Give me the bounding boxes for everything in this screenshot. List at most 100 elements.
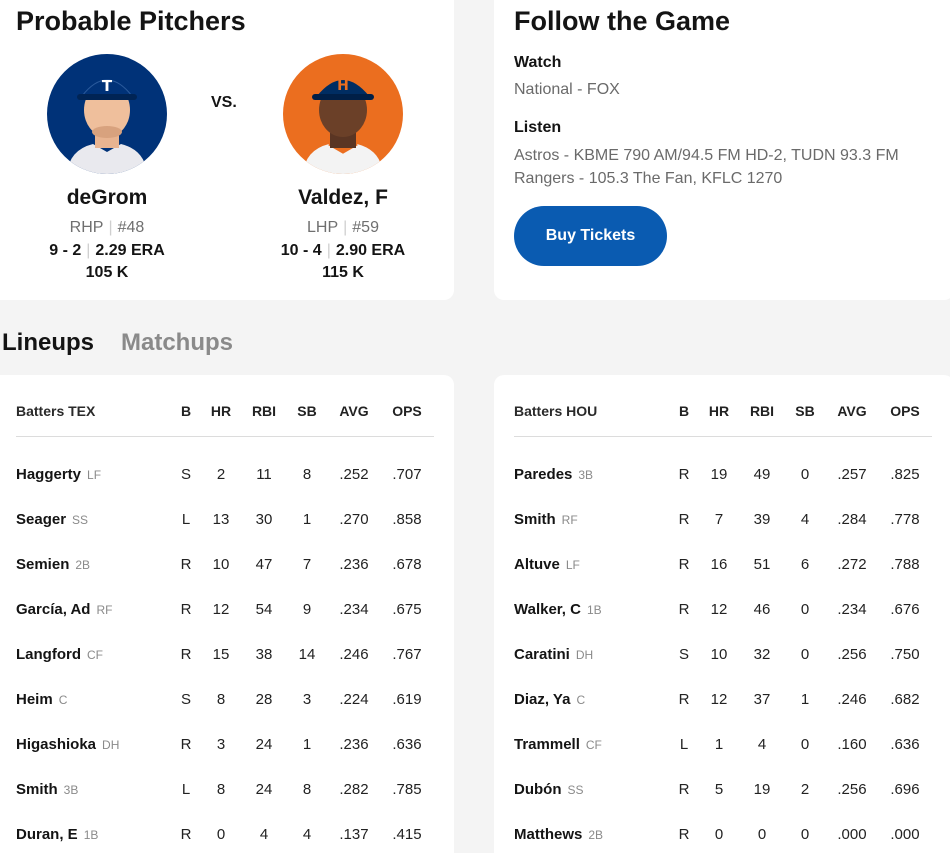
table-row[interactable]: Langford CF R 15 38 14 .246 .767 <box>0 646 454 691</box>
stat-sb: 1 <box>302 736 312 753</box>
stat-sb: 1 <box>302 511 312 528</box>
table-row[interactable]: Dubón SS R 5 19 2 .256 .696 <box>494 781 950 826</box>
stat-hr: 12 <box>710 691 728 708</box>
stat-avg: .257 <box>837 466 867 483</box>
player-name-cell[interactable]: Langford CF <box>16 646 103 663</box>
tab-lineups[interactable]: Lineups <box>2 329 94 357</box>
player-name[interactable]: Smith <box>16 781 58 798</box>
player-name-cell[interactable]: Higashioka DH <box>16 736 119 753</box>
player-name-cell[interactable]: Heim C <box>16 691 67 708</box>
table-row[interactable]: Seager SS L 13 30 1 .270 .858 <box>0 511 454 556</box>
tab-matchups[interactable]: Matchups <box>121 329 233 357</box>
player-name[interactable]: Langford <box>16 646 81 663</box>
table-row[interactable]: Smith 3B L 8 24 8 .282 .785 <box>0 781 454 826</box>
stat-sb: 7 <box>302 556 312 573</box>
valdez-headshot[interactable]: H <box>283 54 403 174</box>
player-name[interactable]: Semien <box>16 556 69 573</box>
player-name-cell[interactable]: Smith RF <box>514 511 578 528</box>
home-pitcher-name[interactable]: Valdez, F <box>243 186 443 210</box>
player-name-cell[interactable]: García, Ad RF <box>16 601 112 618</box>
player-name-cell[interactable]: Dubón SS <box>514 781 584 798</box>
player-name-cell[interactable]: Caratini DH <box>514 646 593 663</box>
player-name-cell[interactable]: Altuve LF <box>514 556 580 573</box>
stat-rbi: 39 <box>753 511 771 528</box>
table-row[interactable]: Higashioka DH R 3 24 1 .236 .636 <box>0 736 454 781</box>
player-name-cell[interactable]: Haggerty LF <box>16 466 101 483</box>
table-row[interactable]: Matthews 2B R 0 0 0 .000 .000 <box>494 826 950 853</box>
stat-b: L <box>181 511 191 528</box>
separator: | <box>343 219 348 236</box>
player-name[interactable]: Matthews <box>514 826 582 843</box>
player-name[interactable]: Altuve <box>514 556 560 573</box>
player-name[interactable]: Trammell <box>514 736 580 753</box>
stat-b: R <box>678 826 690 843</box>
stat-avg: .234 <box>837 601 867 618</box>
player-name[interactable]: Duran, E <box>16 826 78 843</box>
col-ops: OPS <box>890 403 920 419</box>
player-name-cell[interactable]: Walker, C 1B <box>514 601 602 618</box>
col-avg: AVG <box>339 403 369 419</box>
player-name-cell[interactable]: Duran, E 1B <box>16 826 98 843</box>
probable-pitchers-title: Probable Pitchers <box>16 6 246 36</box>
stat-b: R <box>678 466 690 483</box>
table-row[interactable]: Paredes 3B R 19 49 0 .257 .825 <box>494 466 950 511</box>
player-name-cell[interactable]: Smith 3B <box>16 781 78 798</box>
table-row[interactable]: Smith RF R 7 39 4 .284 .778 <box>494 511 950 556</box>
player-name-cell[interactable]: Matthews 2B <box>514 826 603 843</box>
table-row[interactable]: Semien 2B R 10 47 7 .236 .678 <box>0 556 454 601</box>
stat-rbi: 19 <box>753 781 771 798</box>
player-name[interactable]: Heim <box>16 691 53 708</box>
table-row[interactable]: Caratini DH S 10 32 0 .256 .750 <box>494 646 950 691</box>
table-row[interactable]: Diaz, Ya C R 12 37 1 .246 .682 <box>494 691 950 736</box>
player-name-cell[interactable]: Paredes 3B <box>514 466 593 483</box>
stat-b: R <box>180 556 192 573</box>
away-pitcher-meta: RHP | #48 <box>7 219 207 237</box>
player-name[interactable]: Seager <box>16 511 66 528</box>
player-name[interactable]: Dubón <box>514 781 561 798</box>
table-row[interactable]: Trammell CF L 1 4 0 .160 .636 <box>494 736 950 781</box>
buy-tickets-button[interactable]: Buy Tickets <box>514 206 667 266</box>
watch-value: National - FOX <box>514 81 620 98</box>
stat-ops: .785 <box>392 781 422 798</box>
away-pitcher-name[interactable]: deGrom <box>7 186 207 210</box>
player-name[interactable]: Haggerty <box>16 466 81 483</box>
table-row[interactable]: Altuve LF R 16 51 6 .272 .788 <box>494 556 950 601</box>
listen-label: Listen <box>514 119 562 136</box>
player-name-cell[interactable]: Semien 2B <box>16 556 90 573</box>
stat-sb: 9 <box>302 601 312 618</box>
listen-astros: Astros - KBME 790 AM/94.5 FM HD-2, TUDN … <box>514 147 899 164</box>
player-name-cell[interactable]: Seager SS <box>16 511 88 528</box>
stat-hr: 0 <box>714 826 724 843</box>
stat-rbi: 11 <box>256 466 272 483</box>
player-position: 1B <box>586 603 602 617</box>
player-name[interactable]: Caratini <box>514 646 570 663</box>
stat-b: L <box>181 781 191 798</box>
table-row[interactable]: García, Ad RF R 12 54 9 .234 .675 <box>0 601 454 646</box>
player-name-cell[interactable]: Trammell CF <box>514 736 602 753</box>
table-row[interactable]: Duran, E 1B R 0 4 4 .137 .415 <box>0 826 454 853</box>
player-position: C <box>58 693 68 707</box>
degrom-headshot[interactable]: T <box>47 54 167 174</box>
player-position: RF <box>96 603 113 617</box>
stat-ops: .825 <box>890 466 920 483</box>
stat-hr: 13 <box>212 511 230 528</box>
stat-sb: 2 <box>800 781 810 798</box>
stat-hr: 7 <box>714 511 724 528</box>
stat-hr: 8 <box>216 691 226 708</box>
player-name[interactable]: García, Ad <box>16 601 90 618</box>
table-row[interactable]: Haggerty LF S 2 11 8 .252 .707 <box>0 466 454 511</box>
stat-rbi: 37 <box>753 691 771 708</box>
stat-avg: .137 <box>339 826 369 843</box>
table-row[interactable]: Heim C S 8 28 3 .224 .619 <box>0 691 454 736</box>
player-name[interactable]: Diaz, Ya <box>514 691 570 708</box>
col-hr: HR <box>708 403 730 419</box>
col-avg: AVG <box>837 403 867 419</box>
player-name[interactable]: Higashioka <box>16 736 96 753</box>
stat-ops: .675 <box>392 601 422 618</box>
table-row[interactable]: Walker, C 1B R 12 46 0 .234 .676 <box>494 601 950 646</box>
player-name-cell[interactable]: Diaz, Ya C <box>514 691 585 708</box>
stat-ops: .750 <box>890 646 920 663</box>
player-name[interactable]: Smith <box>514 511 556 528</box>
player-name[interactable]: Paredes <box>514 466 572 483</box>
player-name[interactable]: Walker, C <box>514 601 581 618</box>
